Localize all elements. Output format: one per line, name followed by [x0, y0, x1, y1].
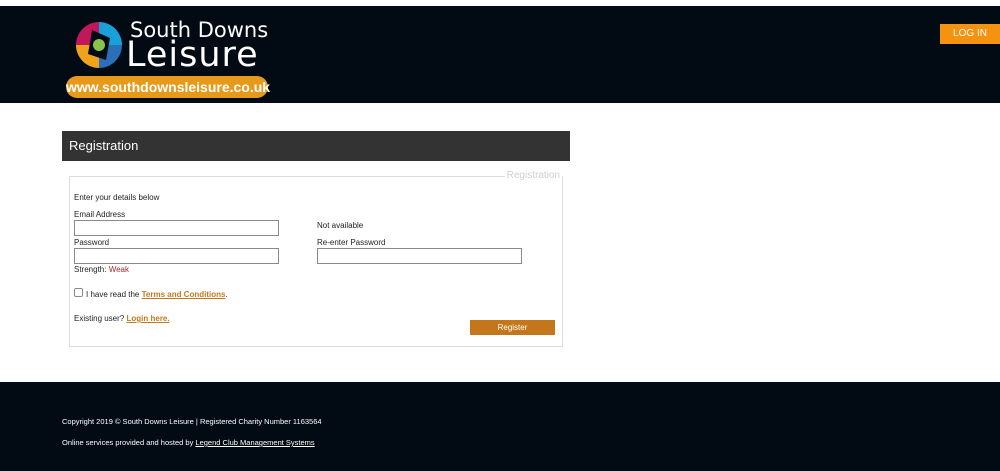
footer-hosted: Online services provided and hosted by L… [62, 438, 315, 447]
logo-swirl-icon [76, 22, 122, 68]
email-availability-status: Not available [317, 221, 364, 230]
fieldset-legend: Registration [504, 170, 562, 181]
terms-prefix: I have read the [86, 290, 140, 299]
terms-text: I have read the Terms and Conditions. [86, 290, 228, 299]
footer-hosted-prefix: Online services provided and hosted by [62, 438, 194, 447]
password-label: Password [74, 238, 110, 247]
strength-value: Weak [108, 265, 130, 274]
reenter-password-field[interactable] [317, 248, 522, 264]
logo-url-badge: www.southdownsleisure.co.uk [66, 76, 270, 98]
login-button[interactable]: LOG IN [940, 24, 1000, 44]
existing-user-prefix: Existing user? [74, 314, 125, 323]
register-button[interactable]: Register [470, 320, 555, 335]
password-field[interactable] [74, 248, 279, 264]
site-header: South Downs Leisure www.southdownsleisur… [0, 6, 1000, 103]
logo-text-line2: Leisure [126, 35, 259, 75]
strength-label: Strength: [74, 265, 107, 274]
reenter-password-label: Re-enter Password [317, 238, 386, 247]
form-intro: Enter your details below [74, 193, 160, 202]
terms-checkbox[interactable] [74, 288, 83, 297]
legend-club-link[interactable]: Legend Club Management Systems [195, 438, 314, 447]
site-footer: Copyright 2019 © South Downs Leisure | R… [0, 382, 1000, 471]
terms-suffix: . [225, 290, 228, 299]
login-here-link[interactable]: Login here. [126, 314, 169, 323]
site-logo[interactable]: South Downs Leisure www.southdownsleisur… [66, 16, 271, 98]
page-title: Registration [62, 131, 570, 161]
footer-copyright: Copyright 2019 © South Downs Leisure | R… [62, 417, 322, 426]
email-field[interactable] [74, 220, 279, 236]
password-strength: Strength: Weak [74, 265, 129, 274]
email-label: Email Address [74, 210, 126, 219]
existing-user-text: Existing user? Login here. [74, 314, 170, 323]
terms-link[interactable]: Terms and Conditions [142, 290, 226, 299]
